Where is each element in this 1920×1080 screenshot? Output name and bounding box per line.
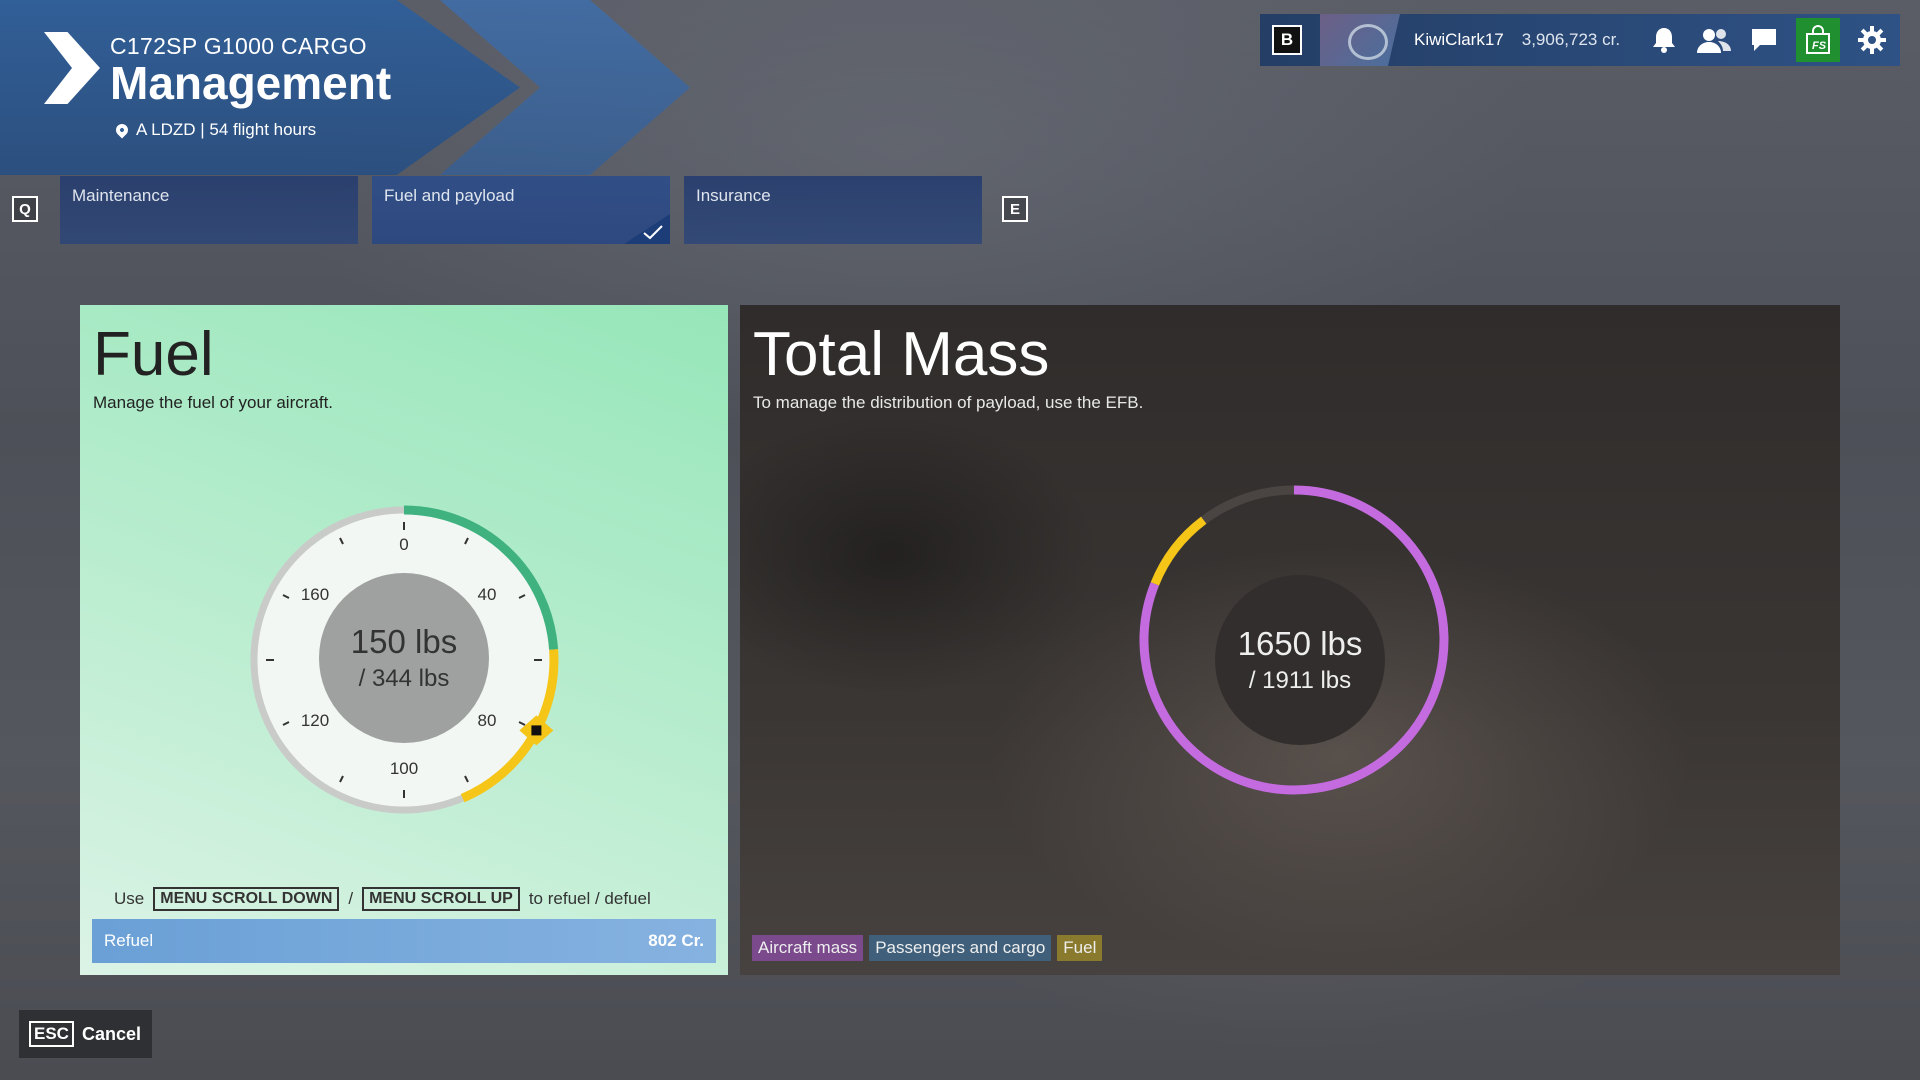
- friends-icon[interactable]: [1696, 22, 1732, 58]
- store-icon[interactable]: FS: [1796, 18, 1840, 62]
- mass-max: / 1911 lbs: [1248, 667, 1352, 694]
- mass-current: 1650 lbs: [1237, 625, 1363, 662]
- avatar[interactable]: [1320, 14, 1400, 66]
- fuel-current: 150 lbs: [350, 623, 458, 660]
- cancel-label: Cancel: [81, 1023, 141, 1044]
- tick-label-40: 40: [478, 585, 497, 604]
- tick-label-80: 80: [478, 711, 497, 730]
- fuel-title: Fuel: [93, 320, 214, 389]
- refuel-cost: 802 Cr.: [648, 931, 704, 950]
- menu-scroll-up-key[interactable]: MENU SCROLL UP: [362, 887, 520, 911]
- tick-label-160: 160: [301, 585, 329, 604]
- mass-legend: Aircraft mass Passengers and cargo Fuel: [752, 935, 1103, 961]
- tab-label: Fuel and payload: [384, 186, 515, 205]
- prev-tab-key[interactable]: Q: [12, 196, 38, 222]
- tab-fuel-and-payload[interactable]: Fuel and payload: [372, 176, 670, 244]
- scroll-hint: Use MENU SCROLL DOWN / MENU SCROLL UP to…: [114, 887, 651, 911]
- mass-title: Total Mass: [753, 320, 1050, 389]
- checkmark-icon: [643, 225, 663, 240]
- esc-key: ESC: [29, 1021, 74, 1047]
- location-info: A LDZD | 54 flight hours: [113, 120, 317, 140]
- hint-separator: /: [348, 889, 354, 908]
- tab-maintenance[interactable]: Maintenance: [60, 176, 358, 244]
- cancel-button[interactable]: ESC Cancel: [19, 1010, 152, 1058]
- hint-use-text: Use: [114, 889, 145, 908]
- legend-aircraft-mass: Aircraft mass: [752, 935, 864, 961]
- fuel-panel: Fuel Manage the fuel of your aircraft. 0…: [80, 305, 728, 975]
- user-bar: B KiwiClark17 3,906,723 cr. FS: [1260, 14, 1900, 66]
- fuel-max: / 344 lbs: [358, 665, 450, 692]
- total-mass-panel: Total Mass To manage the distribution of…: [740, 305, 1840, 975]
- refuel-button[interactable]: Refuel 802 Cr.: [92, 919, 716, 963]
- mass-readout: 1650 lbs / 1911 lbs: [1215, 575, 1385, 745]
- menu-scroll-down-key[interactable]: MENU SCROLL DOWN: [153, 887, 340, 911]
- tab-insurance[interactable]: Insurance: [684, 176, 982, 244]
- page-title: Management: [110, 57, 392, 109]
- mass-subtitle: To manage the distribution of payload, u…: [753, 393, 1144, 412]
- next-tab-key[interactable]: E: [1002, 196, 1028, 222]
- credits-balance: 3,906,723 cr.: [1521, 30, 1621, 49]
- svg-text:FS: FS: [1812, 40, 1827, 52]
- username[interactable]: KiwiClark17: [1414, 30, 1504, 50]
- location-pin-icon: [113, 121, 131, 139]
- fuel-mass-arc: [1150, 516, 1207, 586]
- avatar-emblem-icon: [1348, 24, 1388, 60]
- fuel-readout: 150 lbs / 344 lbs: [319, 573, 489, 743]
- gear-icon[interactable]: [1854, 22, 1890, 58]
- legend-fuel: Fuel: [1057, 935, 1103, 961]
- hint-tail-text: to refuel / defuel: [528, 889, 651, 908]
- refuel-label: Refuel: [104, 931, 154, 950]
- bell-icon[interactable]: [1646, 22, 1682, 58]
- location-text: A LDZD | 54 flight hours: [136, 120, 317, 139]
- tick-label-120: 120: [301, 711, 329, 730]
- key-b-badge[interactable]: B: [1272, 25, 1302, 55]
- tab-label: Insurance: [696, 186, 771, 205]
- tab-label: Maintenance: [72, 186, 170, 205]
- fuel-subtitle: Manage the fuel of your aircraft.: [93, 393, 334, 412]
- tick-label-100: 100: [390, 759, 418, 778]
- legend-passengers-cargo: Passengers and cargo: [869, 935, 1052, 961]
- tick-label-0: 0: [399, 535, 408, 554]
- chat-icon[interactable]: [1746, 22, 1782, 58]
